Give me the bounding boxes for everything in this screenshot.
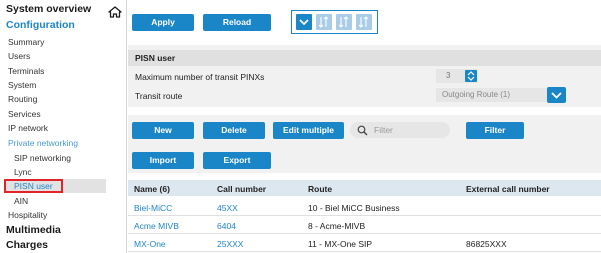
- reload-button[interactable]: Reload: [203, 14, 271, 31]
- row-route: 11 - MX-One SIP: [308, 239, 373, 249]
- sidebar-divider: [126, 0, 127, 253]
- view-toggle-group: [291, 10, 378, 34]
- nav-configuration[interactable]: Configuration: [6, 19, 75, 31]
- sort-icon: [358, 16, 369, 28]
- pisn-settings-panel: PISN user Maximum number of transit PINX…: [128, 45, 601, 107]
- row-call-number: 45XX: [217, 203, 238, 213]
- row-name-link[interactable]: MX-One: [134, 239, 166, 249]
- sidebar-item-users[interactable]: Users: [8, 51, 30, 61]
- sidebar-nav: System overview Configuration Summary Us…: [0, 0, 125, 253]
- sort-view-button-3[interactable]: [356, 14, 372, 30]
- sidebar-item-sip-networking[interactable]: SIP networking: [14, 153, 71, 163]
- sidebar-item-system[interactable]: System: [8, 80, 36, 90]
- max-transit-stepper[interactable]: 3: [436, 69, 478, 83]
- pisn-panel-header: PISN user: [128, 50, 601, 66]
- sort-view-button-1[interactable]: [316, 14, 332, 30]
- collapse-view-button[interactable]: [296, 14, 312, 30]
- sidebar-item-ip-network[interactable]: IP network: [8, 123, 48, 133]
- column-header-external-call-number[interactable]: External call number: [466, 184, 550, 194]
- sidebar-item-summary[interactable]: Summary: [8, 37, 44, 47]
- row-call-number: 25XXX: [217, 239, 244, 249]
- nav-system-overview[interactable]: System overview: [6, 3, 91, 15]
- apply-button[interactable]: Apply: [132, 14, 194, 31]
- sidebar-item-lync[interactable]: Lync: [14, 167, 32, 177]
- transit-route-label: Transit route: [135, 91, 183, 101]
- row-name-link[interactable]: Acme MIVB: [134, 221, 179, 231]
- export-button[interactable]: Export: [203, 152, 271, 169]
- selection-outline: [4, 179, 63, 193]
- sidebar-item-hospitality[interactable]: Hospitality: [8, 210, 47, 220]
- new-button[interactable]: New: [132, 122, 194, 139]
- table-row[interactable]: Biel-MiCC 45XX 10 - Biel MiCC Business: [128, 198, 601, 216]
- sidebar-item-services[interactable]: Services: [8, 109, 41, 119]
- column-header-name[interactable]: Name (6): [134, 184, 170, 194]
- table-header: Name (6) Call number Route External call…: [128, 180, 601, 196]
- max-transit-value: 3: [446, 71, 451, 80]
- max-transit-label: Maximum number of transit PINXs: [135, 72, 265, 82]
- search-icon: [357, 125, 368, 136]
- chevron-down-icon: [551, 92, 562, 99]
- nav-charges[interactable]: Charges: [6, 239, 48, 251]
- filter-button[interactable]: Filter: [466, 122, 524, 139]
- sidebar-item-private-networking[interactable]: Private networking: [8, 138, 78, 148]
- row-route: 10 - Biel MiCC Business: [308, 203, 400, 213]
- sort-icon: [338, 16, 349, 28]
- column-header-call-number[interactable]: Call number: [217, 184, 266, 194]
- main-content: Apply Reload PISN user Maximum number of…: [128, 0, 601, 253]
- table-row[interactable]: MX-One 25XXX 11 - MX-One SIP 86825XXX: [128, 234, 601, 252]
- sidebar-item-routing[interactable]: Routing: [8, 94, 37, 104]
- delete-button[interactable]: Delete: [203, 122, 265, 139]
- chevron-down-icon: [299, 19, 309, 26]
- row-route: 8 - Acme-MIVB: [308, 221, 366, 231]
- filter-field[interactable]: [350, 122, 450, 138]
- row-name-link[interactable]: Biel-MiCC: [134, 203, 172, 213]
- column-header-route[interactable]: Route: [308, 184, 332, 194]
- top-toolbar: Apply Reload: [128, 0, 601, 45]
- sidebar-item-ain[interactable]: AIN: [14, 196, 28, 206]
- row-external-call-number: 86825XXX: [466, 239, 507, 249]
- sort-icon: [318, 16, 329, 28]
- edit-multiple-button[interactable]: Edit multiple: [273, 122, 344, 139]
- filter-input[interactable]: [374, 122, 444, 138]
- home-icon[interactable]: [108, 6, 122, 18]
- sort-view-button-2[interactable]: [336, 14, 352, 30]
- sidebar-item-terminals[interactable]: Terminals: [8, 66, 44, 76]
- nav-multimedia[interactable]: Multimedia: [6, 224, 61, 236]
- list-toolbar: New Delete Edit multiple Filter Import E…: [128, 115, 601, 173]
- transit-route-dropdown-button[interactable]: [547, 87, 566, 103]
- stepper-arrows-icon[interactable]: [465, 70, 477, 82]
- row-call-number: 6404: [217, 221, 236, 231]
- import-button[interactable]: Import: [132, 152, 194, 169]
- table-row[interactable]: Acme MIVB 6404 8 - Acme-MIVB: [128, 216, 601, 234]
